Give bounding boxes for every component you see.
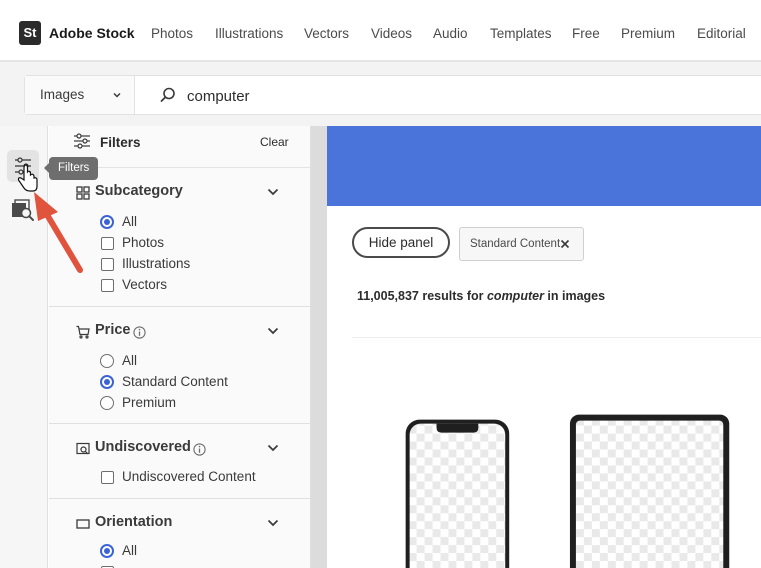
filters-tooltip: Filters (43, 157, 99, 180)
top-nav: St Adobe Stock Photos Illustrations Vect… (0, 0, 761, 62)
hide-panel-button[interactable]: Hide panel (352, 227, 450, 258)
discover-icon (76, 442, 90, 455)
search-bar: Images (0, 62, 761, 126)
chevron-down-icon[interactable] (267, 443, 279, 453)
option-label: Photos (122, 235, 165, 250)
main-content: Hide panel Standard Content 11,005,837 r… (327, 126, 761, 568)
nav-illustrations[interactable]: Illustrations (215, 26, 283, 41)
nav-photos[interactable]: Photos (151, 26, 193, 41)
subcategory-section: Subcategory All Photos Illustrations Vec… (49, 168, 310, 307)
option-label: Vectors (122, 277, 168, 292)
chevron-down-icon[interactable] (267, 187, 279, 197)
filters-toggle-button[interactable] (7, 150, 39, 182)
subcategory-title[interactable]: Subcategory (95, 183, 183, 199)
panel-scrollbar[interactable] (311, 126, 327, 568)
checkbox[interactable] (101, 279, 114, 292)
filters-panel: Filters Clear Subcategory All Photos Ill… (49, 126, 311, 568)
price-title[interactable]: Price (95, 322, 130, 338)
left-rail (0, 126, 48, 568)
results-summary: 11,005,837 results for computer in image… (357, 289, 605, 303)
radio-selected[interactable] (100, 544, 114, 558)
results-query: computer (486, 289, 544, 303)
undiscovered-section: Undiscovered Undiscovered Content (49, 424, 310, 499)
checkbox[interactable] (101, 258, 114, 271)
sliders-icon (15, 157, 31, 175)
orientation-section: Orientation All (49, 499, 310, 568)
device-mockup-image (352, 337, 761, 568)
adobe-stock-logo[interactable]: St (19, 21, 41, 45)
results-scope: in images (547, 289, 606, 303)
cart-icon (76, 325, 90, 339)
option-label: All (122, 214, 138, 229)
nav-free[interactable]: Free (572, 26, 600, 41)
nav-premium[interactable]: Premium (621, 26, 675, 41)
price-section: Price All Standard Content Premium (49, 307, 310, 424)
grid-icon (76, 186, 90, 200)
option-label: All (122, 353, 138, 368)
search-icon[interactable] (159, 86, 177, 104)
chevron-down-icon (113, 92, 121, 98)
chevron-down-icon[interactable] (267, 518, 279, 528)
chevron-down-icon[interactable] (267, 326, 279, 336)
orientation-title[interactable]: Orientation (95, 514, 172, 530)
nav-audio[interactable]: Audio (433, 26, 468, 41)
checkbox[interactable] (101, 471, 114, 484)
search-container: Images (24, 75, 761, 115)
radio-selected[interactable] (100, 375, 114, 389)
brand-name[interactable]: Adobe Stock (49, 25, 135, 41)
results-count: 11,005,837 (357, 289, 419, 303)
promo-banner (327, 126, 761, 206)
clear-filters-button[interactable]: Clear (260, 135, 289, 149)
option-label: Illustrations (122, 256, 191, 271)
content-type-value: Images (40, 87, 85, 102)
option-label: Standard Content (122, 374, 228, 389)
radio-selected[interactable] (100, 215, 114, 229)
search-input[interactable] (187, 85, 587, 107)
radio[interactable] (100, 354, 114, 368)
close-icon[interactable] (560, 239, 570, 249)
nav-videos[interactable]: Videos (371, 26, 412, 41)
content-type-select[interactable]: Images (25, 76, 135, 114)
undiscovered-title[interactable]: Undiscovered (95, 439, 191, 455)
chip-label: Standard Content (470, 238, 561, 250)
filters-title: Filters (100, 135, 141, 150)
rectangle-icon (76, 519, 90, 529)
checkbox[interactable] (101, 237, 114, 250)
option-label: Premium (122, 395, 177, 410)
info-icon[interactable] (193, 443, 206, 456)
nav-vectors[interactable]: Vectors (304, 26, 349, 41)
result-image-tile[interactable] (352, 337, 761, 568)
option-label: Undiscovered Content (122, 469, 256, 484)
filter-chip-standard-content[interactable]: Standard Content (459, 227, 584, 261)
radio[interactable] (100, 396, 114, 410)
sliders-icon (74, 133, 90, 149)
results-text: results for (422, 289, 484, 303)
info-icon[interactable] (133, 326, 146, 339)
option-label: All (122, 543, 138, 558)
nav-editorial[interactable]: Editorial (697, 26, 746, 41)
nav-templates[interactable]: Templates (490, 26, 552, 41)
image-search-icon[interactable] (11, 199, 35, 221)
